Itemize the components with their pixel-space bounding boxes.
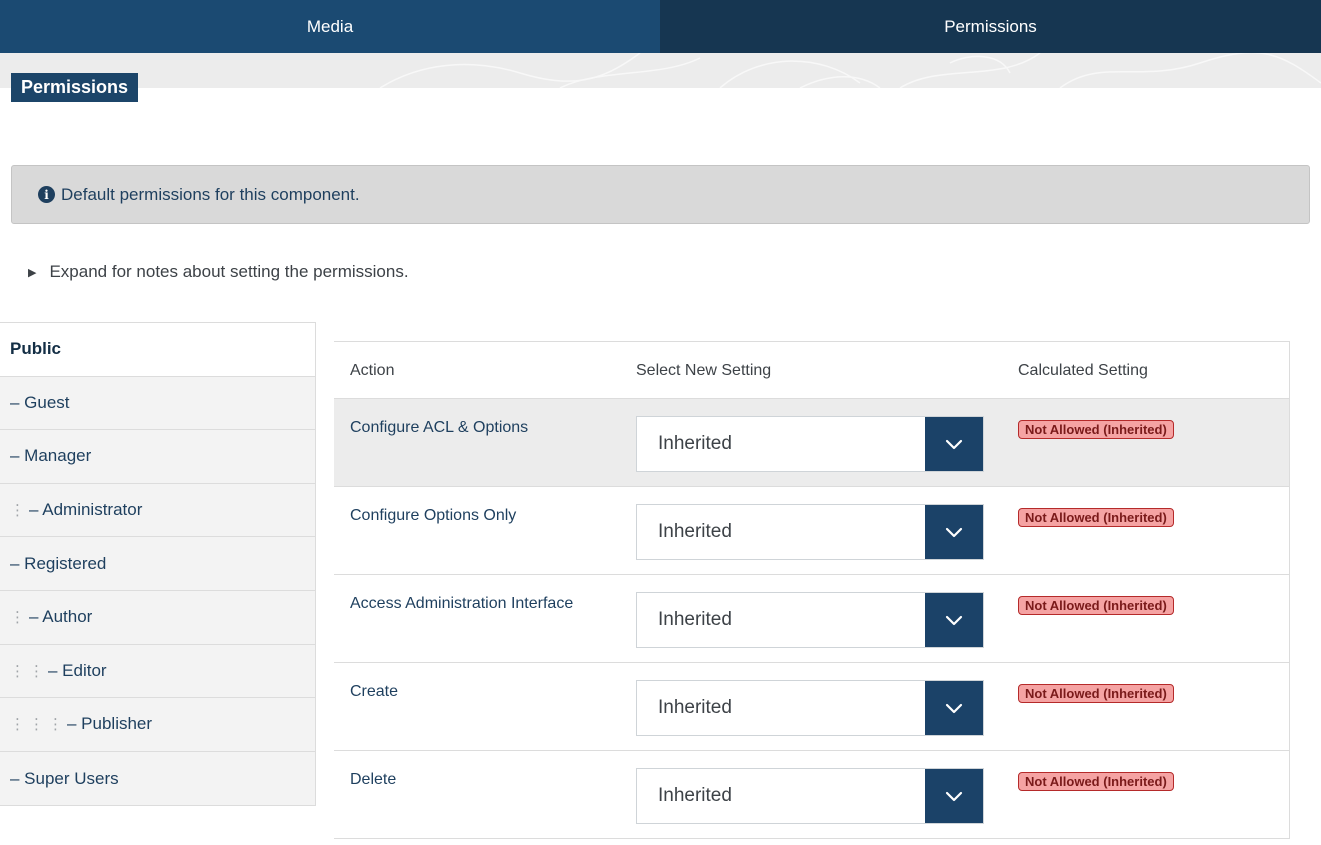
setting-select[interactable]: Inherited: [636, 416, 984, 472]
action-label: Create: [350, 683, 399, 700]
tab-bar: Media Permissions: [0, 0, 1321, 53]
group-item[interactable]: ⋮ ⋮ ⋮ – Publisher: [0, 698, 315, 752]
expander-text: Expand for notes about setting the permi…: [49, 262, 409, 281]
group-label: – Publisher: [67, 714, 153, 734]
setting-select-value: Inherited: [658, 697, 732, 718]
group-label: – Registered: [10, 553, 107, 573]
indent-dots-icon: ⋮: [10, 502, 25, 520]
setting-select-value: Inherited: [658, 609, 732, 630]
chevron-down-icon[interactable]: [925, 505, 983, 559]
permissions-table: Action Select New Setting Calculated Set…: [334, 341, 1290, 839]
setting-select[interactable]: Inherited: [636, 592, 984, 648]
chevron-down-icon[interactable]: [925, 681, 983, 735]
header-action: Action: [350, 362, 395, 379]
indent-dots-icon: ⋮: [29, 716, 44, 734]
triangle-right-icon: ▶: [28, 266, 37, 279]
table-header: Action Select New Setting Calculated Set…: [334, 342, 1289, 399]
page-title: Permissions: [11, 73, 139, 102]
action-label: Configure ACL & Options: [350, 419, 529, 436]
group-label: – Administrator: [29, 500, 143, 520]
tab-media[interactable]: Media: [0, 0, 660, 53]
user-group-list: Public – Guest – Manager ⋮ – Administrator – …: [0, 322, 316, 807]
group-label: – Guest: [10, 392, 70, 412]
setting-select-value: Inherited: [658, 521, 732, 542]
group-item[interactable]: – Super Users: [0, 752, 315, 806]
table-row: Create Inherited Not Allowed (Inherited): [334, 663, 1289, 751]
group-item[interactable]: – Manager: [0, 430, 315, 484]
calculated-setting-badge: Not Allowed (Inherited): [1018, 508, 1174, 527]
info-alert: i Default permissions for this component…: [11, 165, 1310, 224]
alert-text: Default permissions for this component.: [61, 184, 360, 204]
indent-dots-icon: ⋮: [10, 662, 25, 680]
setting-select[interactable]: Inherited: [636, 504, 984, 560]
group-label: – Super Users: [10, 768, 119, 788]
table-row: Configure ACL & Options Inherited Not Allo…: [334, 399, 1289, 487]
group-label: – Editor: [48, 660, 107, 680]
setting-select[interactable]: Inherited: [636, 768, 984, 824]
header-calculated-setting: Calculated Setting: [1018, 362, 1148, 379]
group-label: – Author: [29, 607, 93, 627]
group-label: – Manager: [10, 446, 92, 466]
calculated-setting-badge: Not Allowed (Inherited): [1018, 684, 1174, 703]
action-label: Configure Options Only: [350, 507, 517, 524]
chevron-down-icon[interactable]: [925, 769, 983, 823]
group-item[interactable]: – Guest: [0, 377, 315, 431]
action-label: Access Administration Interface: [350, 595, 574, 612]
decorative-band: [0, 53, 1321, 88]
table-row: Configure Options Only Inherited Not Allow…: [334, 487, 1289, 575]
indent-dots-icon: ⋮: [10, 716, 25, 734]
indent-dots-icon: ⋮: [29, 662, 44, 680]
indent-dots-icon: ⋮: [10, 609, 25, 627]
tab-permissions[interactable]: Permissions: [660, 0, 1321, 53]
group-item[interactable]: ⋮ ⋮ – Editor: [0, 645, 315, 699]
topography-pattern: [379, 53, 1321, 88]
group-item[interactable]: Public: [0, 323, 315, 377]
table-row: Delete Inherited Not Allowed (Inherited): [334, 751, 1289, 839]
info-circle-icon: i: [38, 186, 55, 203]
calculated-setting-badge: Not Allowed (Inherited): [1018, 772, 1174, 791]
calculated-setting-badge: Not Allowed (Inherited): [1018, 420, 1174, 439]
chevron-down-icon[interactable]: [925, 593, 983, 647]
action-label: Delete: [350, 771, 397, 788]
indent-dots-icon: ⋮: [48, 716, 63, 734]
group-item[interactable]: ⋮ – Author: [0, 591, 315, 645]
group-label: Public: [10, 339, 62, 359]
permissions-notes-toggle[interactable]: ▶ Expand for notes about setting the per…: [28, 262, 409, 282]
group-item[interactable]: – Registered: [0, 537, 315, 591]
group-item[interactable]: ⋮ – Administrator: [0, 484, 315, 538]
table-row: Access Administration Interface Inherited…: [334, 575, 1289, 663]
setting-select[interactable]: Inherited: [636, 680, 984, 736]
setting-select-value: Inherited: [658, 785, 732, 806]
calculated-setting-badge: Not Allowed (Inherited): [1018, 596, 1174, 615]
header-select-new-setting: Select New Setting: [636, 362, 772, 379]
setting-select-value: Inherited: [658, 433, 732, 454]
chevron-down-icon[interactable]: [925, 417, 983, 471]
